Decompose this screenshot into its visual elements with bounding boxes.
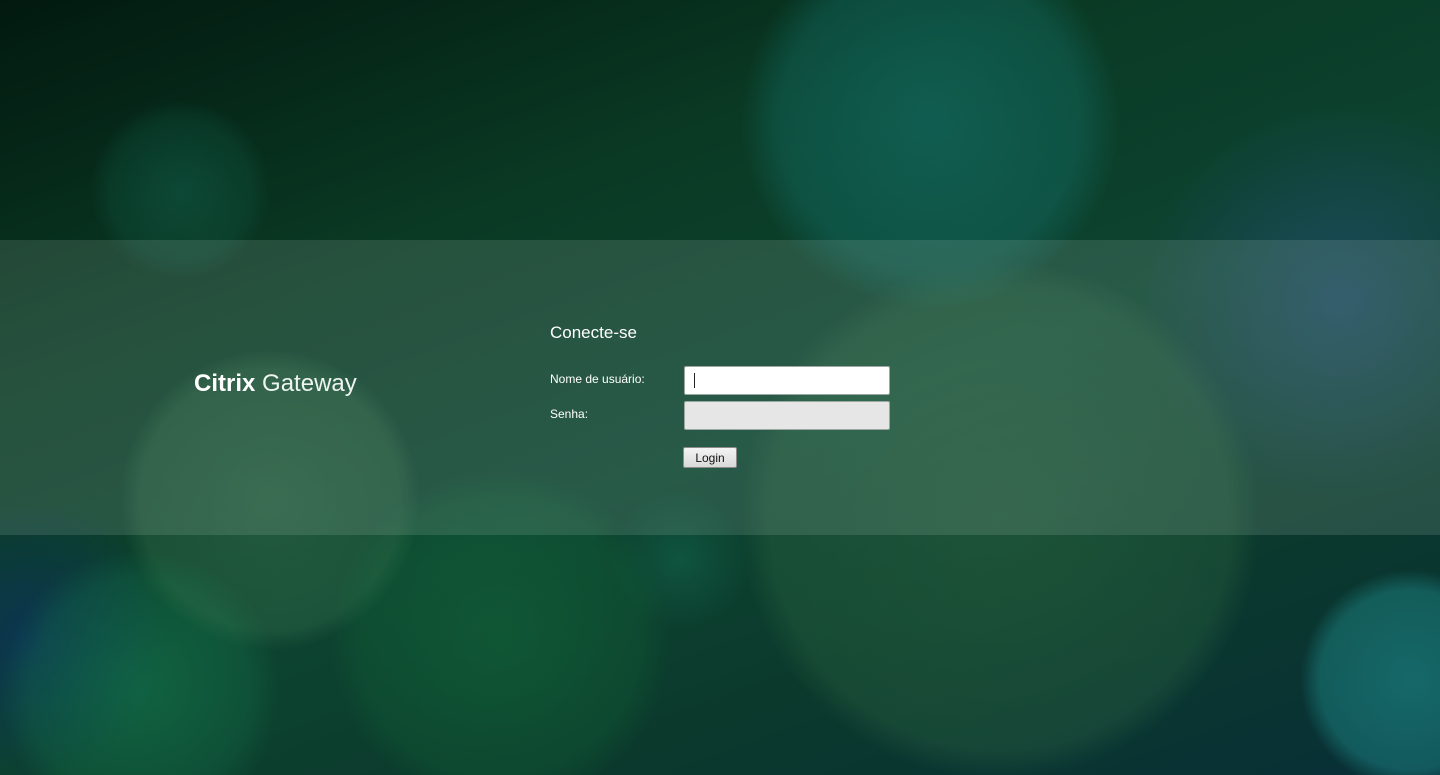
login-title: Conecte-se <box>550 323 637 342</box>
login-page: Citrix Gateway Conecte-se Nome de usuári… <box>0 0 1440 775</box>
brand-logo: Citrix Gateway <box>194 370 357 398</box>
password-input[interactable] <box>684 401 890 430</box>
brand-name-light: Gateway <box>262 370 357 397</box>
login-button[interactable]: Login <box>683 447 737 468</box>
text-cursor <box>694 373 695 388</box>
username-input[interactable] <box>684 366 890 395</box>
password-label: Senha: <box>550 407 589 421</box>
brand-name-bold: Citrix <box>194 370 256 397</box>
username-label: Nome de usuário: <box>550 372 645 386</box>
